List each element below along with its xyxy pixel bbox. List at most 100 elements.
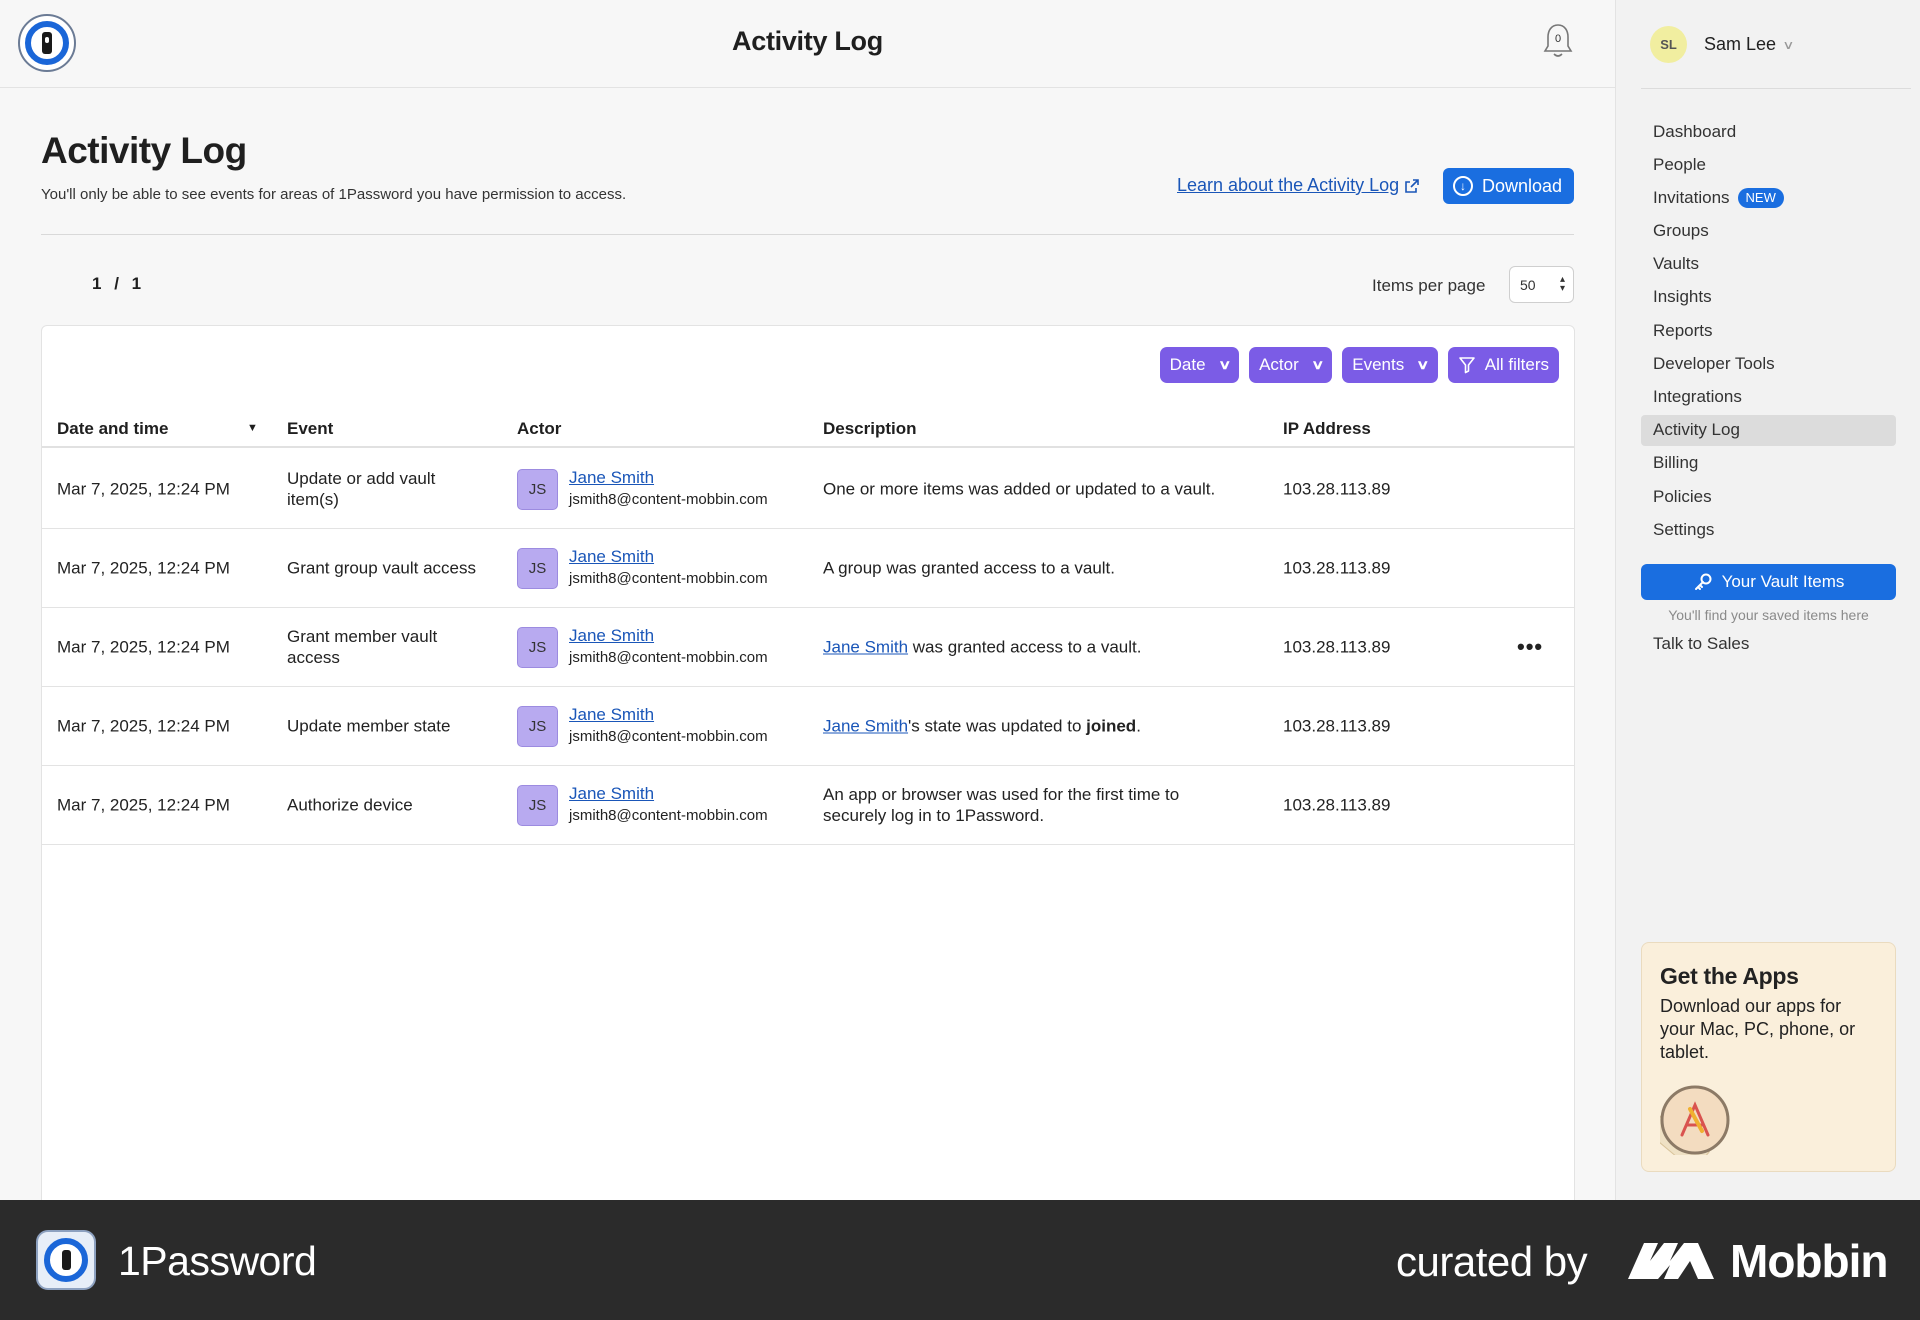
row-event: Grant group vault access [287,558,476,578]
user-menu[interactable]: SL Sam Lee ∨ [1650,26,1795,63]
row-event: Update or add vault item(s) [287,469,436,509]
external-link-icon [1405,178,1419,193]
sidebar-item-label: Reports [1653,320,1713,340]
table-header: Date and time ▼ Event Actor Description … [42,410,1574,448]
actor-email: jsmith8@content-mobbin.com [569,570,768,587]
learn-activity-log-link[interactable]: Learn about the Activity Log [1177,175,1419,196]
sidebar-item-label: Groups [1653,221,1709,241]
description-actor-link[interactable]: Jane Smith [823,717,908,736]
actor-name-link[interactable]: Jane Smith [569,625,768,647]
items-per-page-select[interactable]: 50 ▴ ▾ [1509,266,1574,303]
row-description: A group was granted access to a vault. [823,558,1223,579]
sidebar-item-label: Insights [1653,287,1712,307]
row-ip: 103.28.113.89 [1283,637,1391,657]
chevron-down-icon: ∨ [1782,37,1795,52]
row-actor: JS Jane Smith jsmith8@content-mobbin.com [517,625,768,669]
top-bar: Activity Log 0 [0,0,1615,88]
description-text: An app or browser was used for the first… [823,785,1180,825]
main-content: Activity Log You'll only be able to see … [0,88,1615,1215]
sidebar-item-insights[interactable]: Insights [1641,282,1896,313]
footer-curated: curated by [1396,1238,1588,1285]
your-vault-items-button[interactable]: Your Vault Items [1641,564,1896,600]
learn-link-label: Learn about the Activity Log [1177,175,1400,195]
table-row[interactable]: Mar 7, 2025, 12:24 PM Update member stat… [42,687,1574,766]
row-description: One or more items was added or updated t… [823,479,1223,500]
footer-mobbin: Mobbin [1730,1235,1888,1287]
mobbin-logo-icon [1628,1243,1714,1279]
avatar: JS [517,626,558,668]
table-row[interactable]: Mar 7, 2025, 12:24 PM Grant member vault… [42,608,1574,687]
sidebar-item-dashboard[interactable]: Dashboard [1641,116,1896,147]
sidebar-item-billing[interactable]: Billing [1641,448,1896,479]
table-row[interactable]: Mar 7, 2025, 12:24 PM Grant group vault … [42,529,1574,608]
row-ip: 103.28.113.89 [1283,479,1391,499]
sidebar-item-people[interactable]: People [1641,149,1896,180]
sort-desc-icon[interactable]: ▼ [247,422,258,434]
sidebar: SL Sam Lee ∨ Dashboard People Invitation… [1615,0,1920,1200]
get-the-apps-card[interactable]: Get the Apps Download our apps for your … [1641,942,1896,1172]
date-filter-label: Date [1169,355,1206,374]
description-actor-link[interactable]: Jane Smith [823,638,908,657]
sidebar-item-label: Developer Tools [1653,353,1775,373]
apps-card-text: Download our apps for your Mac, PC, phon… [1660,996,1856,1062]
sidebar-item-vaults[interactable]: Vaults [1641,249,1896,280]
column-header-date[interactable]: Date and time [57,419,168,439]
description-text: A group was granted access to a vault. [823,558,1116,578]
all-filters-button[interactable]: All filters [1447,347,1559,383]
row-event: Grant member vault access [287,627,438,667]
actor-email: jsmith8@content-mobbin.com [569,728,768,745]
events-filter-label: Events [1352,355,1405,374]
actor-name-link[interactable]: Jane Smith [569,783,768,805]
chevron-down-icon: ∨ [1416,357,1430,372]
row-event: Update member state [287,716,451,736]
sidebar-item-label: Dashboard [1653,121,1737,141]
column-header-event: Event [287,419,334,438]
page-title: Activity Log [41,130,247,171]
row-ip: 103.28.113.89 [1283,795,1391,815]
sidebar-item-settings[interactable]: Settings [1641,514,1896,545]
sidebar-item-label: Activity Log [1653,420,1740,440]
actor-name-link[interactable]: Jane Smith [569,467,768,489]
sidebar-item-activity-log[interactable]: Activity Log [1641,414,1896,446]
pagination: 1 / 1 [92,274,141,294]
avatar: JS [517,705,558,747]
filter-bar: Date ∨ Actor ∨ Events ∨ All filters [1159,347,1559,383]
events-filter-button[interactable]: Events ∨ [1342,347,1438,383]
actor-filter-button[interactable]: Actor ∨ [1249,347,1333,383]
apps-card-title: Get the Apps [1660,963,1799,989]
funnel-icon [1458,357,1475,374]
row-actor: JS Jane Smith jsmith8@content-mobbin.com [517,783,768,827]
activity-table: Date ∨ Actor ∨ Events ∨ All filters Date… [41,325,1575,1215]
sidebar-item-label: Vaults [1653,254,1699,274]
row-date: Mar 7, 2025, 12:24 PM [57,795,230,815]
sidebar-item-policies[interactable]: Policies [1641,481,1896,512]
description-text: One or more items was added or updated t… [823,479,1216,499]
1password-app-icon [36,1230,96,1290]
column-header-description: Description [823,419,917,438]
vault-button-label: Your Vault Items [1721,572,1845,591]
new-badge: NEW [1737,187,1784,208]
talk-to-sales-link[interactable]: Talk to Sales [1653,634,1749,654]
table-row[interactable]: Mar 7, 2025, 12:24 PM Update or add vaul… [42,450,1574,529]
notification-count: 0 [1554,33,1562,45]
sidebar-item-reports[interactable]: Reports [1641,315,1896,346]
date-filter-button[interactable]: Date ∨ [1159,347,1240,383]
row-actor: JS Jane Smith jsmith8@content-mobbin.com [517,546,768,590]
key-icon [1694,573,1712,590]
row-date: Mar 7, 2025, 12:24 PM [57,558,230,578]
sidebar-item-invitations[interactable]: Invitations NEW [1641,182,1896,213]
actor-name-link[interactable]: Jane Smith [569,546,768,568]
more-horizontal-icon[interactable]: ••• [1517,636,1543,658]
sidebar-item-integrations[interactable]: Integrations [1641,382,1896,413]
sidebar-divider [1641,88,1911,89]
stepper-arrows-icon: ▴ ▾ [1559,274,1565,294]
table-row[interactable]: Mar 7, 2025, 12:24 PM Authorize device J… [42,766,1574,845]
vault-hint: You'll find your saved items here [1668,607,1869,623]
row-description: Jane Smith was granted access to a vault… [823,637,1223,658]
sidebar-item-developer-tools[interactable]: Developer Tools [1641,348,1896,379]
download-button[interactable]: ↓ Download [1443,168,1574,204]
items-per-page-value: 50 [1520,277,1536,293]
row-event: Authorize device [287,795,413,815]
sidebar-item-groups[interactable]: Groups [1641,216,1896,247]
actor-name-link[interactable]: Jane Smith [569,704,768,726]
